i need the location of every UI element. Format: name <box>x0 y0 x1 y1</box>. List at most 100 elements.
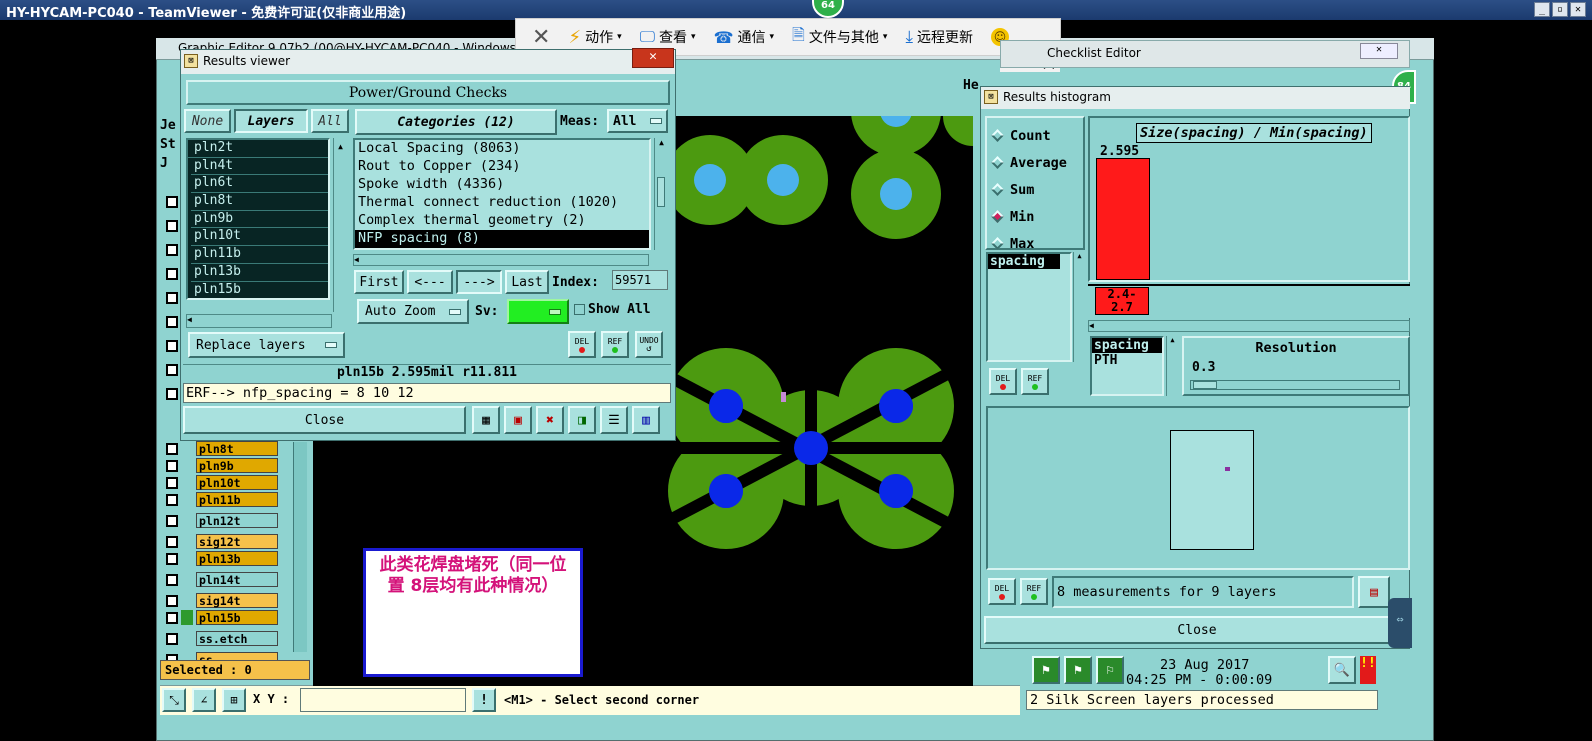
resolution-slider[interactable] <box>1190 380 1400 390</box>
layer-checkbox[interactable] <box>166 535 178 548</box>
prev-button[interactable]: <--- <box>407 270 453 294</box>
list-item[interactable]: PTH <box>1092 353 1162 368</box>
hist-refresh-button-2[interactable]: REF <box>1020 578 1048 605</box>
replace-layers-dropdown[interactable]: Replace layers <box>188 332 345 358</box>
minimize-icon[interactable]: _ <box>1534 2 1550 17</box>
none-button[interactable]: None <box>184 109 231 133</box>
layer-list-item[interactable]: pln11b <box>191 246 328 264</box>
hist-delete-button-2[interactable]: DEL <box>988 578 1016 605</box>
layer-row[interactable]: pln12t <box>166 512 286 529</box>
layer-checkbox[interactable] <box>166 476 178 489</box>
hist-delete-button[interactable]: DEL <box>989 368 1017 395</box>
run-step-icon[interactable]: ⚑ <box>1064 656 1092 684</box>
alert-icon[interactable]: !! <box>1360 656 1376 684</box>
layer-row[interactable]: pln11b <box>166 491 286 508</box>
layers-button[interactable]: Layers <box>234 109 308 133</box>
layer-list-item[interactable]: pln9b <box>191 211 328 229</box>
layer-checkbox[interactable] <box>166 340 178 352</box>
layer-list-item[interactable]: pln4t <box>191 158 328 176</box>
meas-dropdown[interactable]: All <box>607 109 668 133</box>
chart-h-scrollbar[interactable]: ◀ <box>1088 320 1410 332</box>
layer-checkbox[interactable] <box>166 611 178 624</box>
zoom-out-icon[interactable]: ⤡ <box>162 688 186 712</box>
layer-checkbox[interactable] <box>166 268 178 280</box>
layer-color-swatch[interactable] <box>181 475 193 490</box>
layer-checkbox[interactable] <box>166 459 178 472</box>
remote-update-button[interactable]: ⤓ 远程更新 <box>897 27 981 47</box>
layer-checkbox[interactable] <box>166 573 178 586</box>
layer-row[interactable]: pln13b <box>166 550 286 567</box>
close-icon[interactable]: ✕ <box>632 48 674 68</box>
export-icon[interactable]: ▤ <box>1358 576 1390 608</box>
zoom-icon[interactable]: 🔍 <box>1328 656 1356 684</box>
categories-scrollbar[interactable]: ▲ <box>654 138 668 250</box>
layer-checkbox[interactable] <box>166 364 178 376</box>
layer-color-swatch[interactable] <box>181 513 193 528</box>
category-list-item[interactable]: Local Spacing (8063) <box>355 140 649 158</box>
preview-frame[interactable] <box>1170 430 1254 550</box>
layer-checkbox[interactable] <box>166 244 178 256</box>
layer-checkbox[interactable] <box>166 632 178 645</box>
files-menu[interactable]: 🗎 文件与其他 ▾ <box>784 24 895 51</box>
slider-thumb[interactable] <box>1193 381 1217 389</box>
layer-row[interactable]: pln15b <box>166 609 286 626</box>
layers-scrollbar[interactable]: ▲ <box>333 138 347 312</box>
layer-checkbox[interactable] <box>166 442 178 455</box>
categories-h-scrollbar[interactable]: ◀ <box>353 254 649 266</box>
layer-icon[interactable]: ◨ <box>568 406 596 434</box>
stop-run-icon[interactable]: ⚐ <box>1096 656 1124 684</box>
list2-scrollbar[interactable]: ▲ <box>1166 336 1178 396</box>
spacing-list-1[interactable]: spacing <box>986 252 1072 362</box>
layer-row[interactable]: sig12t <box>166 533 286 550</box>
layer-color-swatch[interactable] <box>181 610 193 625</box>
auto-zoom-dropdown[interactable]: Auto Zoom <box>357 299 469 324</box>
delete-button[interactable]: DEL <box>568 331 596 358</box>
hist-refresh-button[interactable]: REF <box>1021 368 1049 395</box>
close-session-button[interactable]: ✕ <box>524 25 558 50</box>
layer-list-item[interactable]: pln8t <box>191 193 328 211</box>
restore-icon[interactable]: ▫ <box>1552 2 1568 17</box>
run-icon[interactable]: ⚑ <box>1032 656 1060 684</box>
list-item[interactable]: spacing <box>988 254 1060 269</box>
layer-checkbox[interactable] <box>166 493 178 506</box>
category-list-item[interactable]: Complex thermal geometry (2) <box>355 212 649 230</box>
teamviewer-side-icon[interactable]: ⇔ <box>1388 598 1412 648</box>
category-list-item[interactable]: NFP spacing (8) <box>355 230 649 248</box>
close-icon[interactable]: ✕ <box>1360 43 1398 59</box>
measure-icon[interactable]: ∠ <box>192 688 216 712</box>
layer-list-item[interactable]: pln15b <box>191 282 328 299</box>
category-list-item[interactable]: Spoke width (4336) <box>355 176 649 194</box>
layer-color-swatch[interactable] <box>181 441 193 456</box>
clear-icon[interactable]: ✖ <box>536 406 564 434</box>
first-button[interactable]: First <box>354 270 404 294</box>
view-menu[interactable]: 🖵 查看 ▾ <box>632 27 704 47</box>
layer-list-item[interactable]: pln2t <box>191 140 328 158</box>
layer-checkbox[interactable] <box>166 594 178 607</box>
layers-list[interactable]: pln2t pln4t pln6t pln8t pln9b pln10t pln11b pln… <box>186 138 330 300</box>
notes-icon[interactable]: ☰ <box>600 406 628 434</box>
index-input[interactable]: 59571 <box>612 270 668 290</box>
all-button[interactable]: All <box>311 109 349 133</box>
layer-list-item[interactable]: pln13b <box>191 264 328 282</box>
bin-label[interactable]: 2.4- 2.7 <box>1095 287 1149 315</box>
layer-color-swatch[interactable] <box>181 631 193 646</box>
radio-option[interactable]: Count <box>991 122 1083 149</box>
communicate-menu[interactable]: ☎ 通信 ▾ <box>706 27 782 47</box>
next-button[interactable]: ---> <box>456 270 502 294</box>
refresh-button[interactable]: REF <box>601 331 629 358</box>
histogram-icon[interactable]: ▥ <box>632 406 660 434</box>
layer-list-item[interactable]: pln6t <box>191 175 328 194</box>
layer-checkbox[interactable] <box>166 196 178 208</box>
layer-row[interactable]: pln9b <box>166 457 286 474</box>
categories-list[interactable]: Local Spacing (8063) Rout to Copper (234)… <box>353 138 651 250</box>
layer-checkbox[interactable] <box>166 514 178 527</box>
layer-checkbox[interactable] <box>166 316 178 328</box>
action-menu[interactable]: ⚡ 动作 ▾ <box>560 27 629 48</box>
results-close-button[interactable]: Close <box>183 406 466 434</box>
layer-color-swatch[interactable] <box>181 593 193 608</box>
layer-checkbox[interactable] <box>166 292 178 304</box>
layer-list-item[interactable]: pln10t <box>191 228 328 247</box>
layer-row[interactable]: ss.etch <box>166 630 286 647</box>
layer-color-swatch[interactable] <box>181 551 193 566</box>
categories-button[interactable]: Categories (12) <box>355 109 557 135</box>
